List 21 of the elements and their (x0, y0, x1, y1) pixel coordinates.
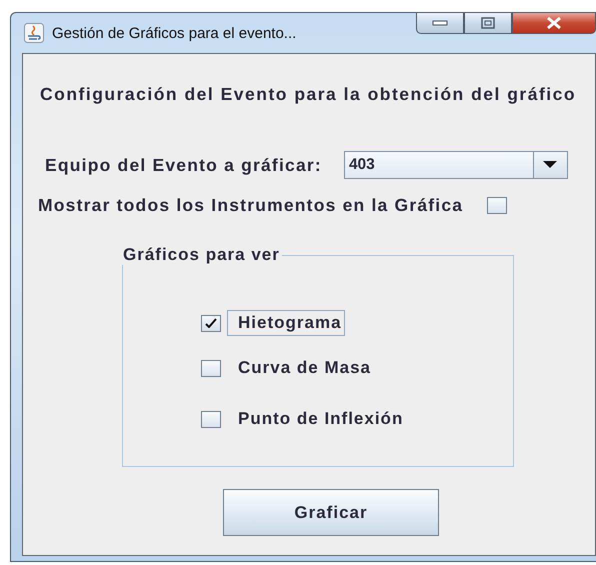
window-title: Gestión de Gráficos para el evento... (52, 24, 298, 42)
minimize-button[interactable] (416, 12, 464, 34)
chart-option-label[interactable]: Hietograma (227, 310, 345, 336)
maximize-button[interactable] (464, 12, 512, 34)
close-icon (545, 16, 563, 30)
maximize-icon (481, 17, 495, 29)
chart-checkbox[interactable] (201, 360, 221, 376)
close-button[interactable] (512, 12, 596, 34)
chart-checkbox[interactable] (201, 314, 221, 332)
coffee-cup-icon (24, 23, 44, 43)
chart-option-label[interactable]: Punto de Inflexión (227, 406, 406, 432)
show-all-label: Mostrar todos los Instrumentos en la Gráfica (38, 195, 464, 216)
chart-checkbox[interactable] (201, 410, 221, 428)
group-title: Gráficos para ver (122, 245, 281, 265)
chart-option-label[interactable]: Curva de Masa (227, 355, 374, 381)
show-all-checkbox[interactable] (487, 197, 508, 214)
plot-button[interactable]: Graficar (223, 489, 439, 536)
team-dropdown[interactable]: 403 (344, 151, 568, 179)
minimize-icon (432, 20, 448, 26)
team-label: Equipo del Evento a gráficar: (45, 154, 322, 176)
section-heading: Configuración del Evento para la obtención del gráfico (40, 84, 578, 105)
